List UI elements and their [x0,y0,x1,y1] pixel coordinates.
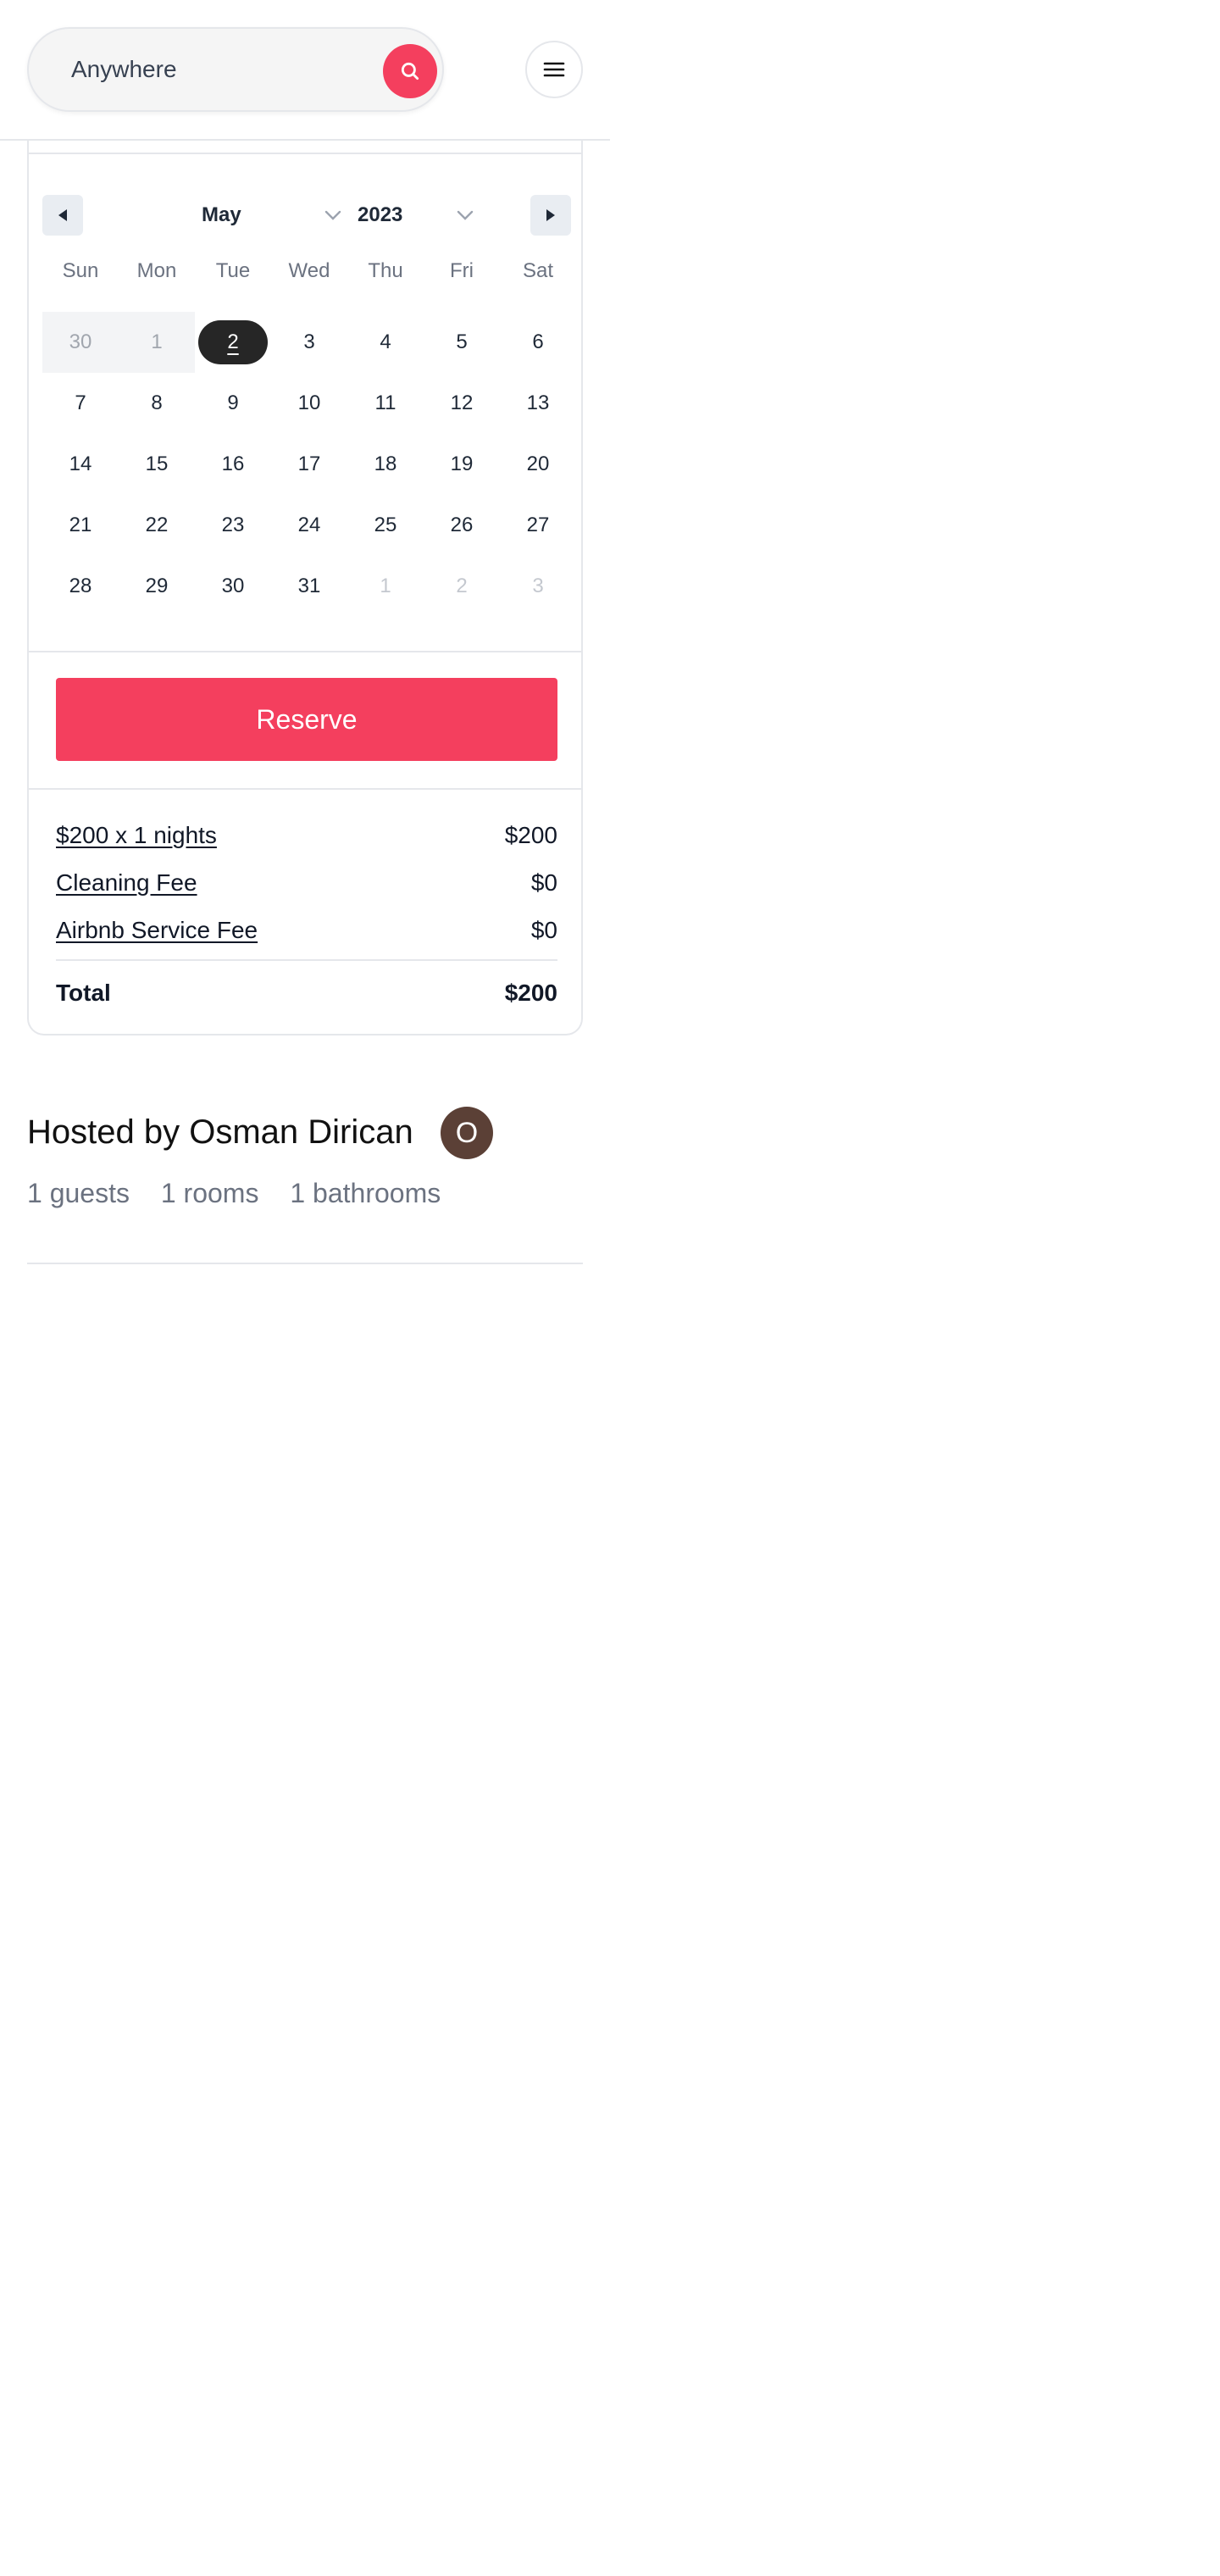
host-title: Hosted by Osman Dirican [27,1113,413,1151]
cleaning-fee-value: $0 [530,869,557,896]
bathrooms-count: 1 bathrooms [290,1178,441,1208]
month-select[interactable]: May [202,195,341,236]
section-divider [27,1263,583,1264]
calendar-day-next-month[interactable]: 3 [500,556,576,617]
calendar-day[interactable]: 13 [500,373,576,434]
year-select[interactable]: 2023 [358,195,474,236]
calendar-day[interactable]: 10 [271,373,347,434]
rooms-count: 1 rooms [160,1178,259,1208]
calendar-day[interactable]: 23 [195,495,271,556]
search-bar[interactable]: Anywhere [27,27,444,112]
calendar-day[interactable]: 29 [119,556,195,617]
booking-card: May 2023 Sun Mon Tue Wed Thu Fri Sat 30 … [27,141,583,1035]
weekday-thu: Thu [368,259,403,282]
price-row-service: Airbnb Service Fee $0 [56,913,557,947]
calendar-day-next-month[interactable]: 1 [347,556,424,617]
calendar-day[interactable]: 11 [347,373,424,434]
next-month-button[interactable] [530,195,571,236]
year-value: 2023 [358,203,403,226]
calendar-day-disabled: 30 [42,312,119,373]
calendar-day[interactable]: 25 [347,495,424,556]
search-button[interactable] [383,44,437,98]
weekday-sat: Sat [522,259,554,282]
total-divider [56,959,557,961]
nightly-price-link[interactable]: $200 x 1 nights [56,819,217,852]
calendar-day-disabled: 1 [119,312,195,373]
listing-stats: 1 guests 1 rooms 1 bathrooms [27,1174,464,1212]
weekday-mon: Mon [136,259,177,282]
chevron-down-icon [324,210,341,220]
calendar-day[interactable]: 28 [42,556,119,617]
selected-day-label: 2 [198,320,268,364]
triangle-left-icon [58,209,67,221]
price-row-nights: $200 x 1 nights $200 [56,819,557,852]
service-fee-value: $0 [530,917,557,943]
top-header: Anywhere [0,0,610,141]
calendar-day[interactable]: 5 [424,312,500,373]
month-value: May [202,203,241,226]
nightly-price-value: $200 [504,822,557,848]
guests-count: 1 guests [27,1178,130,1208]
triangle-right-icon [546,209,555,221]
calendar-day[interactable]: 12 [424,373,500,434]
calendar-day[interactable]: 27 [500,495,576,556]
weekday-wed: Wed [288,259,330,282]
calendar-day[interactable]: 7 [42,373,119,434]
card-top-divider [29,153,581,154]
calendar-day[interactable]: 6 [500,312,576,373]
total-value: $200 [504,980,557,1006]
reserve-divider [29,788,581,790]
weekday-tue: Tue [215,259,251,282]
weekday-sun: Sun [62,259,99,282]
search-icon [401,62,419,80]
price-row-total: Total $200 [56,976,557,1010]
search-location-label[interactable]: Anywhere [71,29,177,110]
calendar-day[interactable]: 9 [195,373,271,434]
reserve-button[interactable]: Reserve [56,678,557,761]
calendar-day[interactable]: 22 [119,495,195,556]
calendar-day[interactable]: 24 [271,495,347,556]
avatar[interactable]: O [441,1107,493,1159]
previous-month-button[interactable] [42,195,83,236]
cleaning-fee-link[interactable]: Cleaning Fee [56,866,197,900]
calendar-day-next-month[interactable]: 2 [424,556,500,617]
calendar-divider [29,651,581,652]
calendar-day[interactable]: 26 [424,495,500,556]
total-label: Total [56,980,111,1006]
calendar-day[interactable]: 20 [500,434,576,495]
calendar-day[interactable]: 17 [271,434,347,495]
calendar-day[interactable]: 3 [271,312,347,373]
price-row-cleaning: Cleaning Fee $0 [56,866,557,900]
hamburger-menu-icon [543,62,565,77]
calendar-day[interactable]: 16 [195,434,271,495]
weekday-fri: Fri [450,259,474,282]
calendar-day[interactable]: 18 [347,434,424,495]
calendar-day[interactable]: 8 [119,373,195,434]
calendar-day[interactable]: 4 [347,312,424,373]
service-fee-link[interactable]: Airbnb Service Fee [56,913,258,947]
calendar-day[interactable]: 21 [42,495,119,556]
calendar-day[interactable]: 31 [271,556,347,617]
chevron-down-icon [457,210,474,220]
calendar-day[interactable]: 15 [119,434,195,495]
menu-button[interactable] [525,41,583,98]
calendar-day[interactable]: 30 [195,556,271,617]
calendar-day[interactable]: 14 [42,434,119,495]
calendar-day-selected[interactable]: 2 [195,312,271,373]
calendar-day[interactable]: 19 [424,434,500,495]
